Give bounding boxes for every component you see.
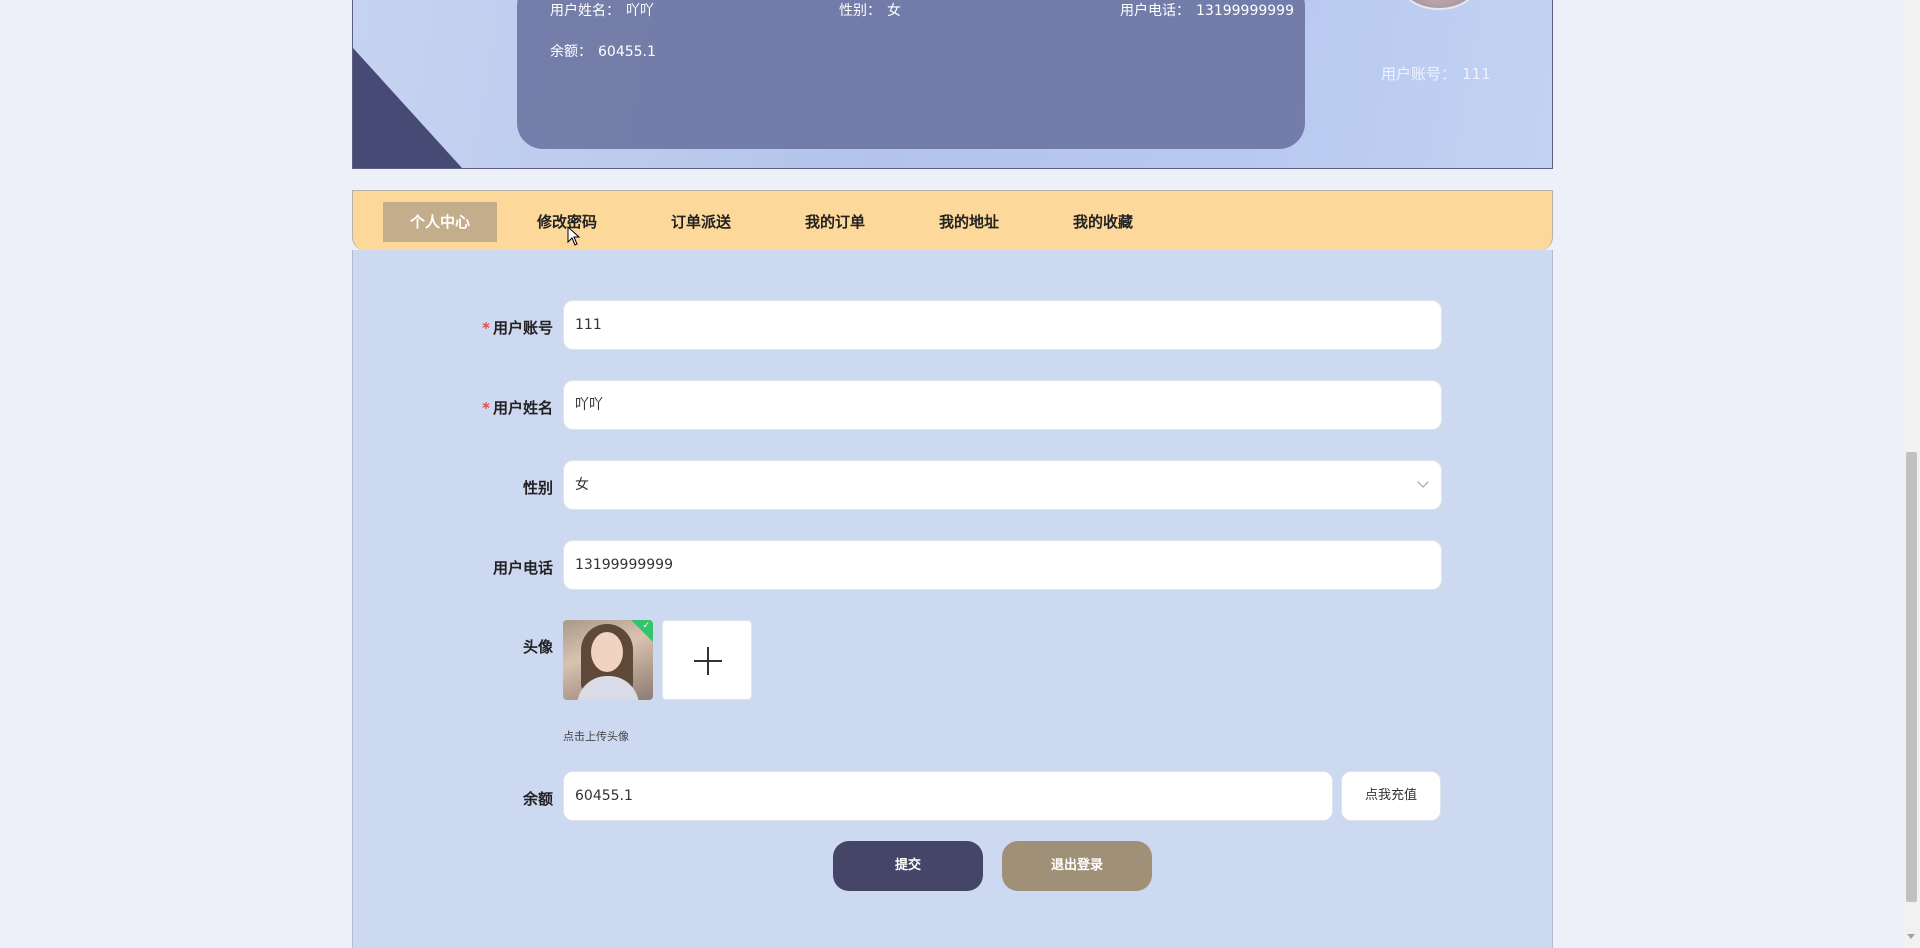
- profile-form: * 用户账号 111 * 用户姓名 吖吖 性别 女 用户电话 13199999999…: [352, 250, 1553, 948]
- chevron-down-icon: [1417, 476, 1429, 488]
- avatar-face: [591, 632, 623, 672]
- upload-hint: 点击上传头像: [563, 730, 629, 743]
- banner-phone: 用户电话： 13199999999: [1120, 3, 1294, 19]
- mouse-cursor-icon: [567, 226, 581, 246]
- banner-gender: 性别：女: [839, 3, 901, 19]
- required-mark: *: [482, 399, 490, 417]
- profile-summary-card: 用户姓名： 吖吖 性别：女 用户电话： 13199999999 余额： 60455.1: [517, 0, 1305, 149]
- scrollbar-thumb[interactable]: [1906, 452, 1917, 902]
- profile-tab-bar: 个人中心 修改密码 订单派送 我的订单 我的地址 我的收藏: [352, 190, 1553, 251]
- tab-my-orders[interactable]: 我的订单: [805, 202, 865, 242]
- balance-label: 余额: [522, 790, 553, 808]
- submit-button[interactable]: 提交: [833, 841, 983, 891]
- gender-label: 性别: [522, 479, 553, 497]
- phone-label: 用户电话: [492, 559, 553, 577]
- tab-order-delivery[interactable]: 订单派送: [671, 202, 731, 242]
- banner-decoration: [353, 48, 462, 168]
- gender-select[interactable]: 女: [563, 460, 1442, 510]
- tab-personal-center[interactable]: 个人中心: [383, 202, 497, 242]
- profile-banner: 用户姓名： 吖吖 性别：女 用户电话： 13199999999 余额： 60455.1…: [352, 0, 1553, 169]
- banner-account: 用户账号： 111: [1381, 65, 1491, 83]
- tab-my-favorites[interactable]: 我的收藏: [1073, 202, 1133, 242]
- name-field[interactable]: 吖吖: [563, 380, 1442, 430]
- scroll-down-icon[interactable]: [1907, 934, 1915, 939]
- scrollbar[interactable]: [1903, 0, 1920, 948]
- avatar: [1401, 0, 1477, 10]
- check-icon: ✓: [642, 621, 650, 631]
- account-label: * 用户账号: [482, 319, 553, 337]
- phone-field[interactable]: 13199999999: [563, 540, 1442, 590]
- banner-balance: 余额： 60455.1: [550, 44, 656, 60]
- upload-avatar-button[interactable]: [662, 620, 752, 700]
- account-field[interactable]: 111: [563, 300, 1442, 350]
- required-mark: *: [482, 319, 490, 337]
- name-label: * 用户姓名: [482, 399, 553, 417]
- logout-button[interactable]: 退出登录: [1002, 841, 1152, 891]
- plus-icon-vertical: [707, 647, 709, 675]
- avatar-label: 头像: [522, 638, 553, 656]
- avatar-thumbnail[interactable]: ✓: [563, 620, 653, 700]
- tab-my-address[interactable]: 我的地址: [939, 202, 999, 242]
- recharge-button[interactable]: 点我充值: [1341, 771, 1441, 821]
- balance-field[interactable]: 60455.1: [563, 771, 1333, 821]
- banner-name: 用户姓名： 吖吖: [550, 3, 654, 19]
